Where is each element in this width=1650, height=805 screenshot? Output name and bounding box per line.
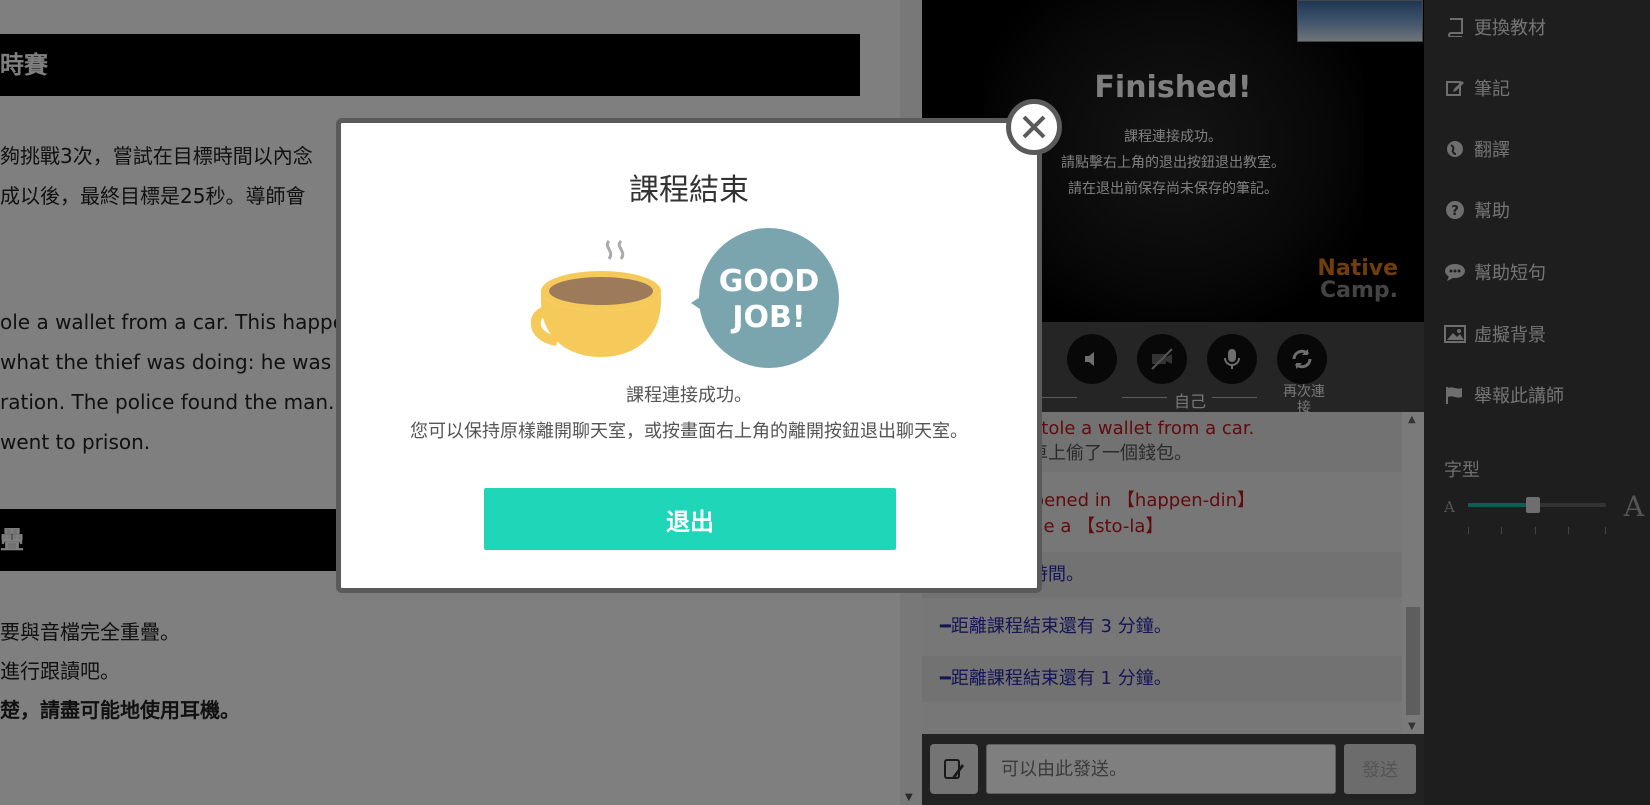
good-job-badge: GOOD JOB!	[691, 228, 839, 368]
dialog-title: 課程結束	[629, 173, 749, 208]
svg-text:GOOD: GOOD	[719, 264, 820, 299]
exit-button[interactable]: 退出	[484, 488, 896, 550]
good-job-illustration: GOOD JOB!	[531, 228, 839, 368]
close-dialog-button[interactable]	[1006, 99, 1062, 155]
coffee-cup-icon	[531, 239, 661, 357]
lesson-ended-dialog: 課程結束 GOOD JOB! 課程連接成功。 您可以保持原樣離開聊天室，或按畫面…	[336, 118, 1042, 593]
dialog-message-1: 課程連接成功。	[626, 385, 752, 406]
close-icon	[1022, 115, 1046, 139]
svg-text:JOB!: JOB!	[730, 300, 805, 335]
dialog-message-2: 您可以保持原樣離開聊天室，或按畫面右上角的離開按鈕退出聊天室。	[410, 421, 968, 442]
